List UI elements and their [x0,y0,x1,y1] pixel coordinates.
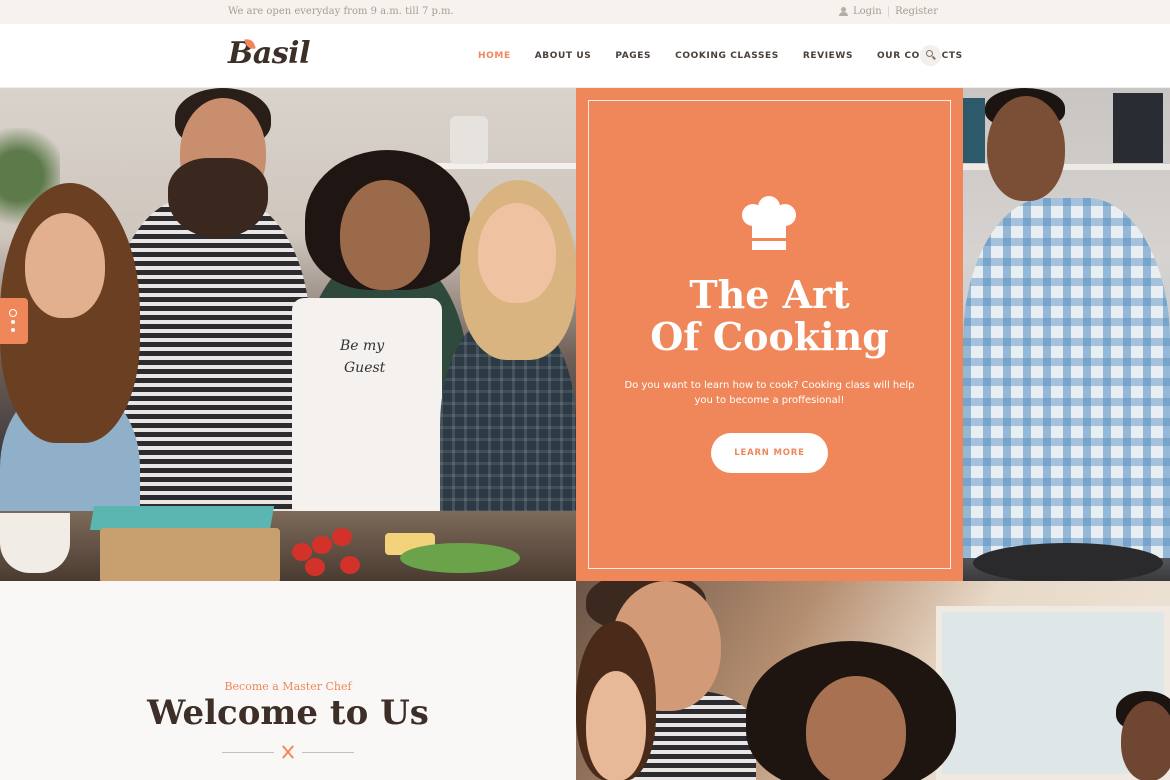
hero-description-line-1: Do you want to learn how to cook? Cookin… [624,380,915,391]
tomato [312,536,332,554]
pan [973,543,1163,581]
auth-links: Login | Register [839,6,938,17]
hero-description-line-2: you to become a proffesional! [694,395,845,406]
nav-reviews[interactable]: REVIEWS [803,51,853,61]
hero-photo-right [963,88,1170,581]
cookbook [89,506,275,530]
divider-right [302,752,354,753]
hero-promo-panel: The Art Of Cooking Do you want to learn … [576,88,963,581]
apron-text-1: Be my [340,338,385,354]
tomato [305,558,325,576]
welcome-subtitle: Become a Master Chef [224,680,352,693]
opening-hours: We are open everyday from 9 a.m. till 7 … [228,6,454,17]
nav-home[interactable]: HOME [478,51,511,61]
chef-hat-icon [742,196,796,254]
login-link[interactable]: Login [853,6,882,17]
bottom-photo [576,581,1170,780]
box [963,98,985,163]
books [1113,93,1163,163]
nav-cooking-classes[interactable]: COOKING CLASSES [675,51,779,61]
jar [450,116,488,164]
nav-about-us[interactable]: ABOUT US [535,51,592,61]
tomato [340,556,360,574]
top-info-bar: We are open everyday from 9 a.m. till 7 … [0,0,1170,24]
vegetables [400,543,520,573]
auth-separator: | [886,6,891,17]
hero-photo-group: Be my Guest [0,88,576,581]
slider-dots-icon [9,309,17,317]
slider-dots-widget[interactable] [0,298,28,344]
bowl [0,513,70,573]
welcome-section: Become a Master Chef Welcome to Us [0,581,576,780]
apron-text-2: Guest [344,360,386,376]
hero-title-line-2: Of Cooking [650,314,889,359]
welcome-title: Welcome to Us [147,693,429,733]
cutting-board [100,528,280,581]
user-icon [839,7,849,16]
main-nav: HOME ABOUT US PAGES COOKING CLASSES REVI… [478,51,987,61]
nav-pages[interactable]: PAGES [615,51,651,61]
divider-left [222,752,274,753]
tomato [332,528,352,546]
site-logo[interactable]: Basil [228,36,310,71]
hero-title: The Art Of Cooking [576,274,963,358]
learn-more-button[interactable]: LEARN MORE [711,433,828,473]
apron: Be my Guest [292,298,442,538]
hero-title-line-1: The Art [689,272,850,317]
register-link[interactable]: Register [895,6,938,17]
search-button[interactable] [920,45,941,66]
hero-description: Do you want to learn how to cook? Cookin… [616,378,923,408]
utensils-icon [280,744,296,760]
site-header: Basil HOME ABOUT US PAGES COOKING CLASSE… [0,24,1170,88]
